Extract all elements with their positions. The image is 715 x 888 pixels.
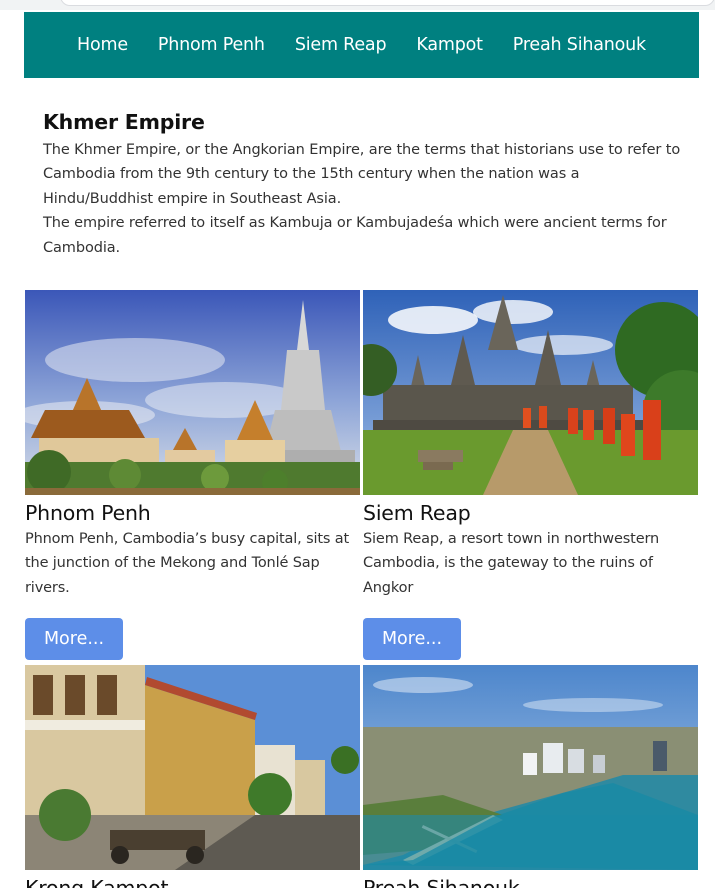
intro-title: Khmer Empire xyxy=(43,110,205,134)
intro-paragraph-1: The Khmer Empire, or the Angkorian Empir… xyxy=(43,142,681,207)
card-siem-reap: Siem Reap Siem Reap, a resort town in no… xyxy=(363,290,698,600)
card-description: Phnom Penh, Cambodia’s busy capital, sit… xyxy=(25,531,350,596)
more-button-phnom-penh[interactable]: More... xyxy=(25,618,123,660)
main-navbar: Home Phnom Penh Siem Reap Kampot Preah S… xyxy=(24,12,699,78)
sihanoukville-coast-image xyxy=(363,665,698,870)
nav-kampot[interactable]: Kampot xyxy=(401,35,497,55)
card-title: Siem Reap xyxy=(363,501,471,525)
nav-siem-reap[interactable]: Siem Reap xyxy=(280,35,402,55)
siem-reap-temple-image xyxy=(363,290,698,495)
card-preah-sihanouk: Preah Sihanouk xyxy=(363,665,698,888)
kampot-street-image xyxy=(25,665,360,870)
card-title: Phnom Penh xyxy=(25,501,151,525)
card-title: Preah Sihanouk xyxy=(363,876,520,888)
phnom-penh-palace-image xyxy=(25,290,360,495)
card-description: Siem Reap, a resort town in northwestern… xyxy=(363,531,660,596)
intro-section: Khmer Empire The Khmer Empire, or the An… xyxy=(43,110,683,260)
card-phnom-penh: Phnom Penh Phnom Penh, Cambodia’s busy c… xyxy=(25,290,360,600)
more-button-siem-reap[interactable]: More... xyxy=(363,618,461,660)
address-bar[interactable] xyxy=(60,0,715,6)
nav-phnom-penh[interactable]: Phnom Penh xyxy=(143,35,280,55)
nav-preah-sihanouk[interactable]: Preah Sihanouk xyxy=(498,35,661,55)
card-title: Krong Kampot xyxy=(25,876,169,888)
browser-chrome xyxy=(0,0,715,10)
nav-home[interactable]: Home xyxy=(62,35,143,55)
intro-paragraph-2: The empire referred to itself as Kambuja… xyxy=(43,215,667,256)
card-krong-kampot: Krong Kampot xyxy=(25,665,360,888)
